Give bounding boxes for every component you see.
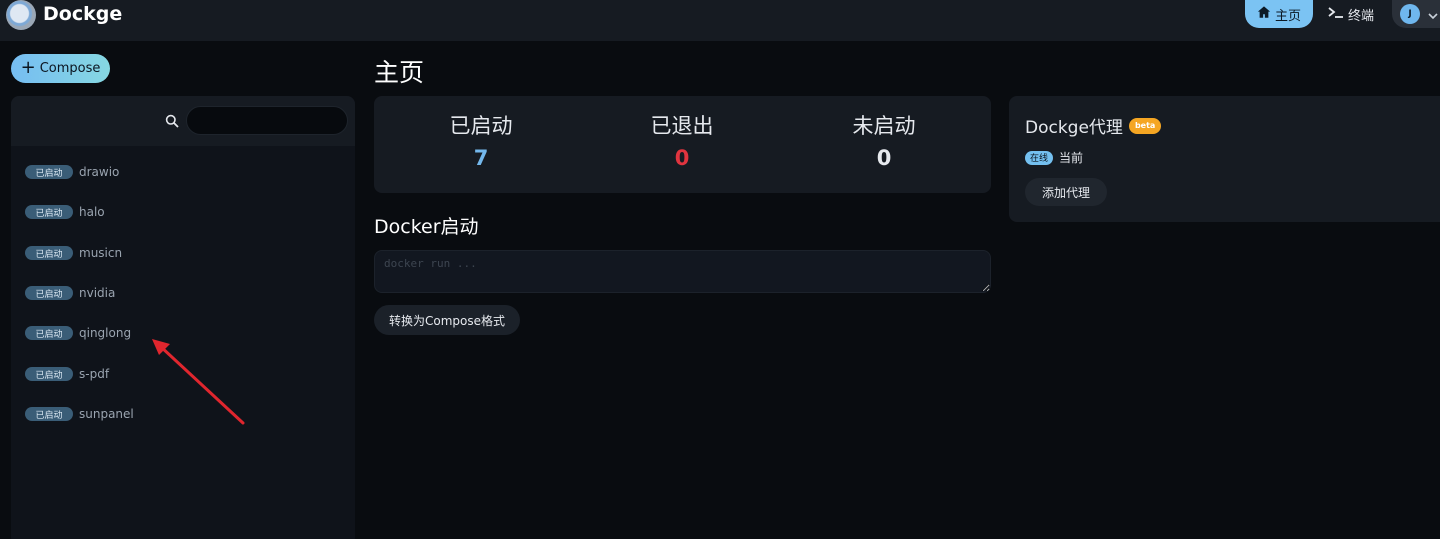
compose-button[interactable]: + Compose	[11, 54, 110, 83]
page-title: 主页	[374, 58, 425, 87]
compose-label: Compose	[39, 61, 101, 76]
add-agent-button[interactable]: 添加代理	[1025, 178, 1107, 206]
avatar: J	[1400, 4, 1420, 24]
agent-current-label: 当前	[1059, 151, 1084, 165]
profile-dropdown[interactable]: J	[1392, 0, 1440, 28]
list-item[interactable]: 已启动 sunpanel	[25, 404, 134, 424]
beta-badge: beta	[1128, 117, 1162, 134]
convert-to-compose-button[interactable]: 转换为Compose格式	[374, 305, 520, 335]
top-navbar: Dockge 主页 终端 J	[0, 0, 1440, 41]
annotation-arrow-icon	[152, 339, 245, 425]
nav-terminal-label: 终端	[1348, 8, 1375, 24]
docker-run-input[interactable]	[374, 250, 991, 293]
status-badge: 已启动	[25, 367, 73, 381]
search-icon	[165, 113, 179, 128]
stack-name: qinglong	[79, 326, 132, 340]
stat-running: 已启动 7	[381, 110, 581, 170]
agent-current-row: 在线 当前	[1025, 149, 1083, 166]
brand-title[interactable]: Dockge	[43, 3, 122, 25]
stat-label: 已退出	[650, 114, 714, 138]
status-badge: 已启动	[25, 286, 73, 300]
list-item[interactable]: 已启动 halo	[25, 202, 105, 222]
agent-card: Dockge代理 beta 在线 当前 添加代理	[1009, 96, 1440, 222]
terminal-icon	[1328, 5, 1344, 23]
nav-terminal-link[interactable]: 终端	[1328, 4, 1374, 24]
stat-label: 未启动	[852, 114, 916, 138]
stack-name: drawio	[79, 165, 120, 179]
stat-value: 0	[674, 146, 690, 170]
stack-name: sunpanel	[79, 407, 134, 421]
online-badge: 在线	[1025, 150, 1054, 165]
stack-sidebar: 已启动 drawio 已启动 halo 已启动 musicn 已启动 nvidi…	[11, 96, 355, 539]
home-icon	[1257, 5, 1271, 23]
status-badge: 已启动	[25, 246, 73, 260]
search-input[interactable]	[186, 106, 348, 135]
dockge-logo-icon[interactable]	[6, 0, 36, 30]
list-item[interactable]: 已启动 nvidia	[25, 283, 115, 303]
stack-name: musicn	[79, 246, 123, 260]
sidebar-search-bar	[11, 96, 355, 146]
stack-name: s-pdf	[79, 367, 110, 381]
agent-title-text: Dockge代理	[1025, 118, 1123, 138]
chevron-down-icon	[1428, 5, 1438, 24]
status-badge: 已启动	[25, 165, 73, 179]
stack-name: nvidia	[79, 286, 116, 300]
list-item[interactable]: 已启动 qinglong	[25, 323, 131, 343]
docker-run-title: Docker启动	[374, 216, 479, 238]
stat-value: 0	[876, 146, 892, 170]
plus-icon: +	[20, 56, 36, 78]
stat-exited: 已退出 0	[582, 110, 782, 170]
nav-home-button[interactable]: 主页	[1245, 0, 1313, 28]
status-badge: 已启动	[25, 205, 73, 219]
stat-inactive: 未启动 0	[784, 110, 984, 170]
nav-home-label: 主页	[1274, 8, 1301, 24]
stack-name: halo	[79, 205, 105, 219]
status-badge: 已启动	[25, 407, 73, 421]
stat-value: 7	[473, 146, 489, 170]
list-item[interactable]: 已启动 drawio	[25, 162, 119, 182]
agent-title: Dockge代理 beta	[1025, 113, 1162, 138]
list-item[interactable]: 已启动 s-pdf	[25, 364, 109, 384]
stack-stats-card: 已启动 7 已退出 0 未启动 0	[374, 96, 991, 193]
status-badge: 已启动	[25, 326, 73, 340]
list-item[interactable]: 已启动 musicn	[25, 243, 122, 263]
stat-label: 已启动	[449, 114, 513, 138]
